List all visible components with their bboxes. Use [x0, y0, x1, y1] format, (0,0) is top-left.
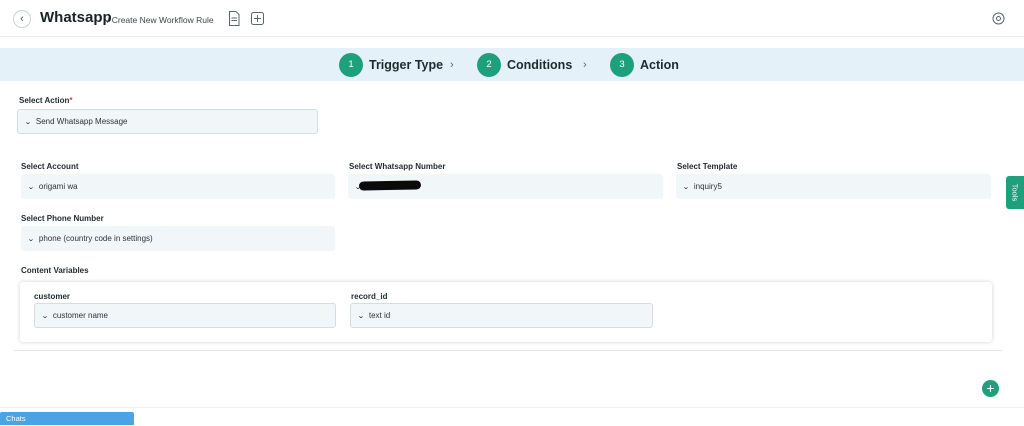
section-divider — [14, 350, 1002, 351]
tools-tab-label: Tools — [1010, 183, 1020, 202]
select-template-dropdown[interactable]: ⌄ inquiry5 — [676, 174, 991, 199]
page-title: Whatsapp — [40, 9, 112, 26]
required-mark: * — [69, 96, 73, 105]
select-phone-number-value: phone (country code in settings) — [38, 234, 153, 243]
variable-record-id-value: text id — [368, 311, 391, 320]
step-label: Trigger Type — [369, 57, 444, 72]
step-label: Action — [640, 57, 679, 72]
chats-tab[interactable]: Chats — [0, 412, 134, 425]
breadcrumb: / Create New Workflow Rule — [107, 15, 214, 25]
step-conditions[interactable]: 2 Conditions — [477, 52, 572, 77]
variable-record-id-dropdown[interactable]: ⌄ text id — [350, 303, 653, 328]
select-template-value: inquiry5 — [693, 182, 722, 191]
select-phone-number-dropdown[interactable]: ⌄ phone (country code in settings) — [21, 226, 335, 251]
variable-customer-value: customer name — [52, 311, 109, 320]
select-whatsapp-number-label: Select Whatsapp Number — [349, 162, 446, 171]
tools-side-tab[interactable]: Tools — [1006, 176, 1024, 209]
chevron-down-icon: ⌄ — [682, 183, 690, 191]
chevron-right-icon: › — [450, 59, 454, 71]
back-icon: ‹ — [20, 13, 24, 25]
chevron-down-icon: ⌄ — [27, 235, 35, 243]
select-action-value: Send Whatsapp Message — [35, 117, 128, 126]
select-action-dropdown[interactable]: ⌄ Send Whatsapp Message — [17, 109, 318, 134]
step-action[interactable]: 3 Action — [610, 52, 679, 77]
settings-icon[interactable] — [992, 12, 1005, 25]
chevron-down-icon: ⌄ — [24, 118, 32, 126]
select-account-dropdown[interactable]: ⌄ origami wa — [21, 174, 335, 199]
select-action-label: Select Action* — [19, 96, 73, 105]
document-icon[interactable] — [228, 11, 240, 26]
variable-record-id-label: record_id — [351, 292, 388, 301]
redacted-number-mark — [358, 180, 422, 191]
chevron-down-icon: ⌄ — [41, 312, 49, 320]
content-variables-label: Content Variables — [21, 266, 89, 275]
top-bar: ‹ Whatsapp / Create New Workflow Rule — [0, 0, 1024, 37]
chevron-down-icon: ⌄ — [357, 312, 365, 320]
variable-customer-dropdown[interactable]: ⌄ customer name — [34, 303, 336, 328]
step-number: 1 — [339, 52, 363, 77]
step-trigger-type[interactable]: 1 Trigger Type — [339, 52, 443, 77]
variable-customer-label: customer — [34, 292, 71, 301]
select-account-label: Select Account — [21, 162, 79, 171]
chevron-right-icon: › — [583, 59, 587, 71]
add-button[interactable]: + — [982, 380, 999, 397]
chats-label: Chats — [6, 414, 26, 423]
plus-icon: + — [986, 380, 995, 396]
workflow-stepper: 1 Trigger Type › 2 Conditions › 3 Action — [0, 48, 1024, 81]
step-label: Conditions — [507, 57, 573, 72]
footer-divider — [0, 407, 1024, 408]
plus-square-icon[interactable] — [251, 12, 264, 25]
select-account-value: origami wa — [38, 182, 78, 191]
select-template-label: Select Template — [677, 162, 738, 171]
chevron-down-icon: ⌄ — [27, 183, 35, 191]
back-button[interactable]: ‹ — [13, 10, 31, 28]
step-number: 2 — [477, 52, 501, 77]
step-number: 3 — [610, 52, 634, 77]
select-phone-number-label: Select Phone Number — [21, 214, 104, 223]
